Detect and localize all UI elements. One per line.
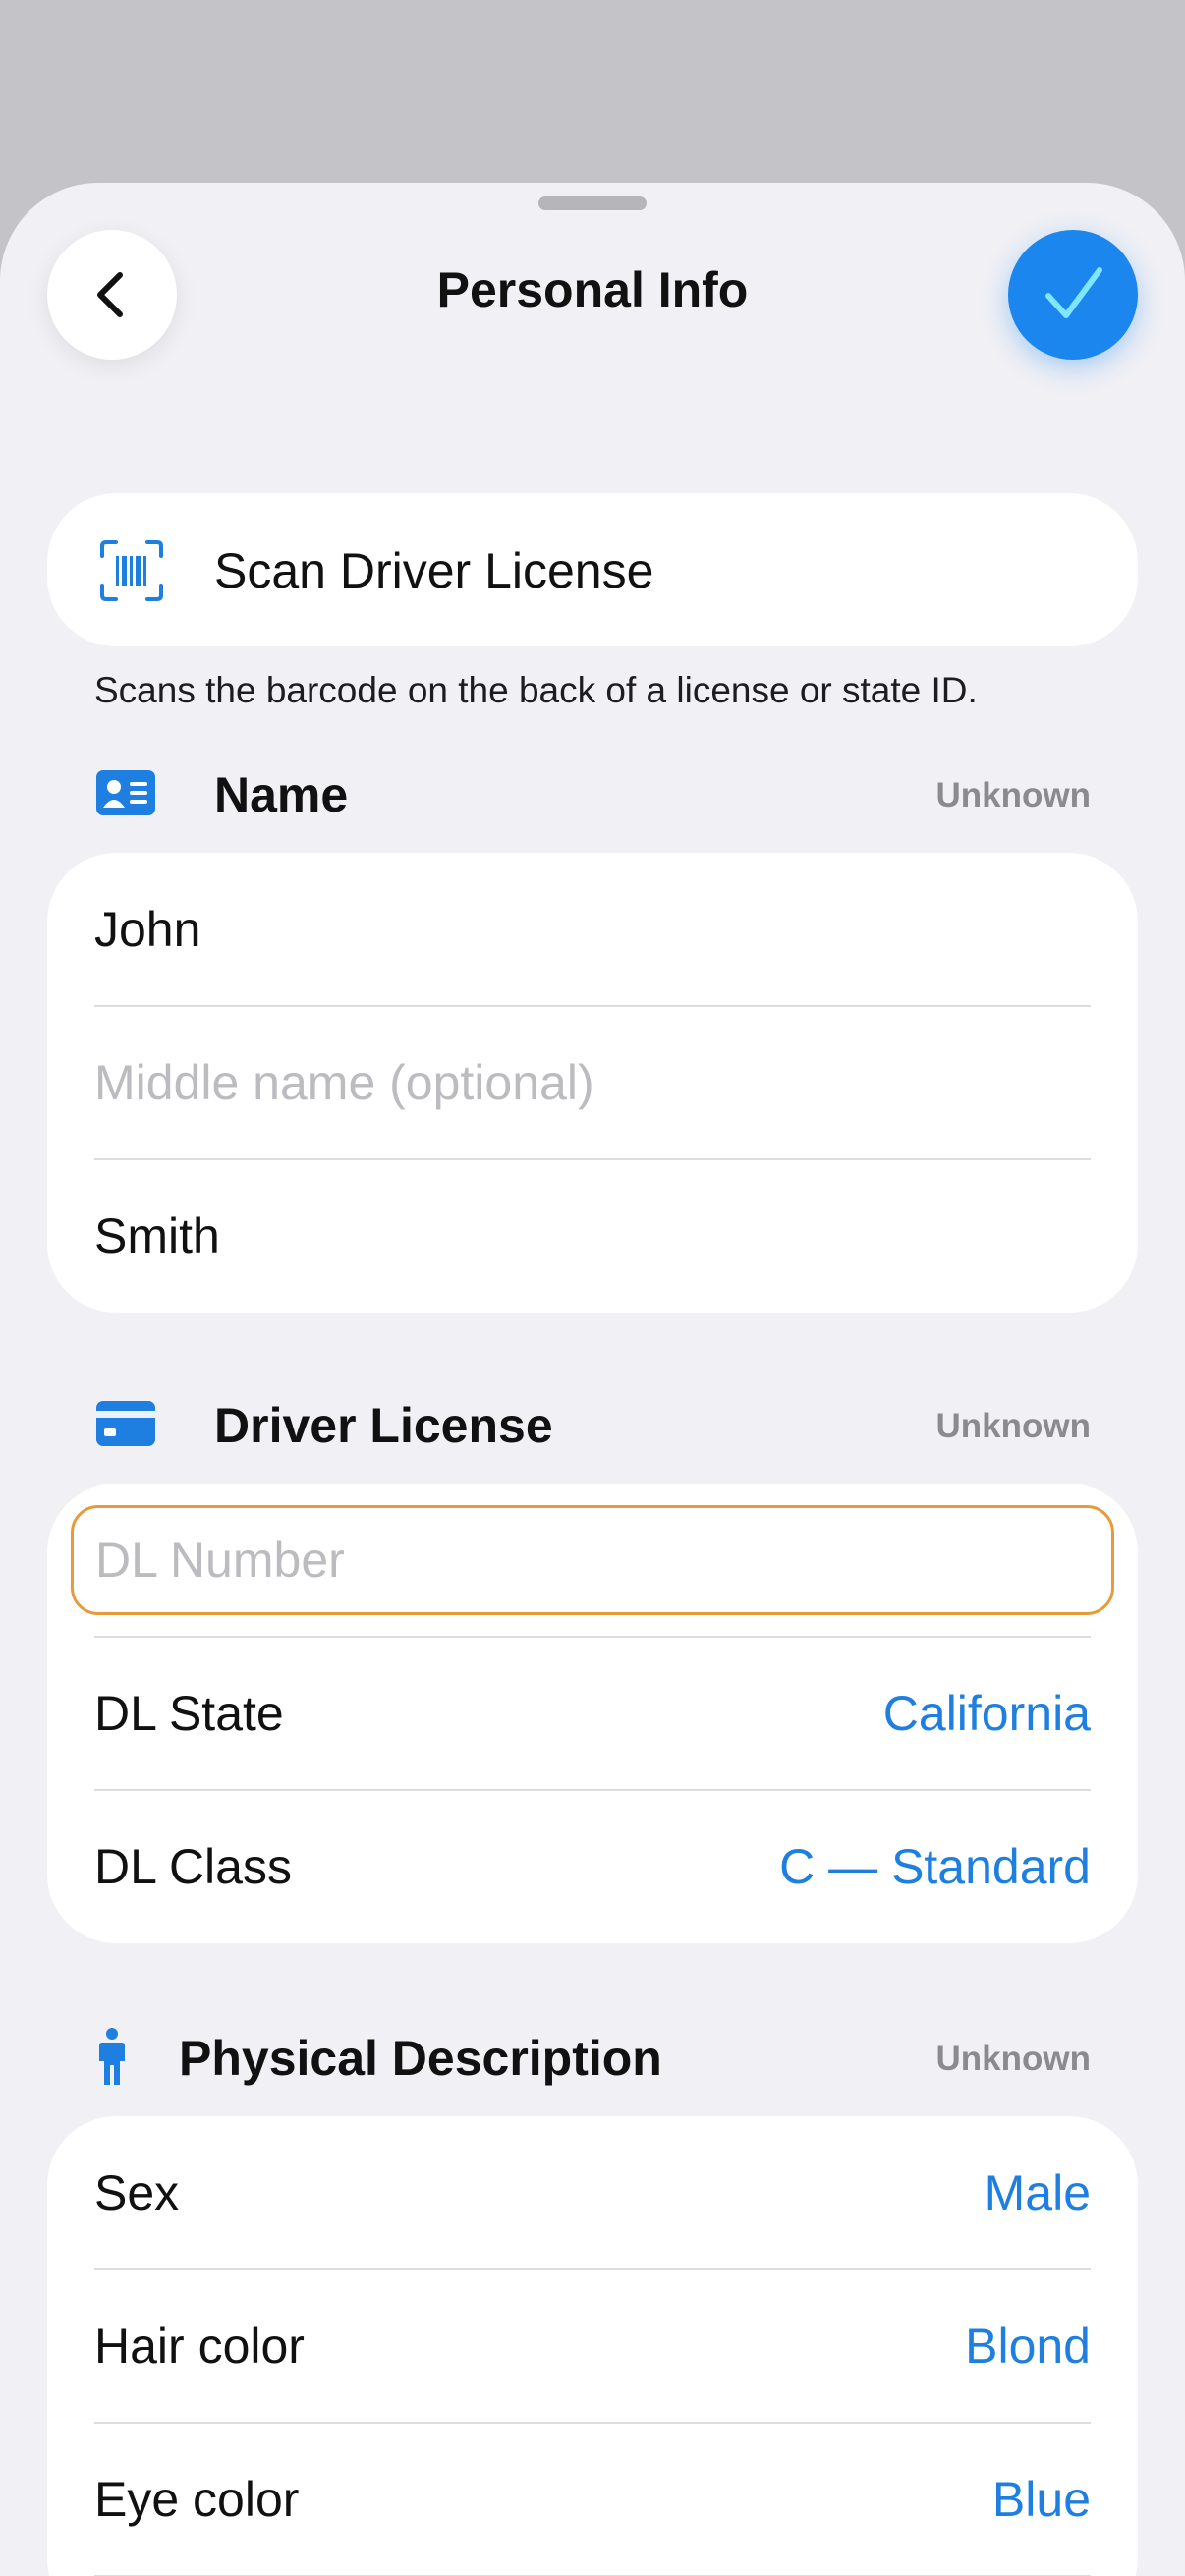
physical-section-status: Unknown [935, 2040, 1091, 2078]
chevron-left-icon [97, 272, 123, 317]
physical-section-title: Physical Description [179, 2031, 662, 2086]
license-section-title: Driver License [214, 1398, 553, 1453]
last-name-field[interactable]: Smith [94, 1159, 1091, 1313]
hair-color-row[interactable]: Hair color Blond [94, 2269, 1091, 2423]
dl-number-input[interactable]: DL Number [71, 1505, 1114, 1615]
license-card: DL Number DL State California DL Class C… [47, 1484, 1138, 1943]
eye-color-label: Eye color [94, 2472, 300, 2527]
first-name-value: John [94, 902, 201, 957]
physical-card: Sex Male Hair color Blond Eye color Blue [47, 2116, 1138, 2576]
name-section-title: Name [214, 767, 349, 822]
dl-state-label: DL State [94, 1686, 284, 1741]
dl-state-row[interactable]: DL State California [94, 1637, 1091, 1790]
dl-class-row[interactable]: DL Class C — Standard [94, 1790, 1091, 1943]
dl-number-placeholder: DL Number [95, 1533, 345, 1588]
hair-color-value[interactable]: Blond [965, 2318, 1091, 2375]
personal-info-sheet: Personal Info Scan Driver License Scans … [0, 183, 1185, 2576]
sex-value[interactable]: Male [985, 2164, 1091, 2221]
name-card: John Middle name (optional) Smith [47, 853, 1138, 1313]
last-name-value: Smith [94, 1208, 220, 1263]
first-name-field[interactable]: John [94, 853, 1091, 1006]
middle-name-placeholder: Middle name (optional) [94, 1055, 594, 1110]
middle-name-field[interactable]: Middle name (optional) [94, 1006, 1091, 1159]
license-section-status: Unknown [935, 1407, 1091, 1445]
name-section-header: Name Unknown [47, 753, 1091, 831]
barcode-scan-icon [100, 540, 163, 601]
sheet-grabber[interactable] [538, 196, 647, 210]
hair-color-label: Hair color [94, 2319, 305, 2374]
person-card-icon [96, 770, 155, 815]
dl-state-value[interactable]: California [883, 1685, 1091, 1742]
credit-card-icon [96, 1401, 155, 1446]
page-title: Personal Info [436, 262, 749, 317]
scan-helper-text: Scans the barcode on the back of a licen… [94, 670, 978, 710]
dl-class-value[interactable]: C — Standard [779, 1838, 1091, 1895]
sex-row[interactable]: Sex Male [94, 2116, 1091, 2269]
sex-label: Sex [94, 2165, 180, 2220]
dl-class-label: DL Class [94, 1839, 292, 1894]
physical-section-header: Physical Description Unknown [47, 2016, 1091, 2095]
name-section-status: Unknown [935, 776, 1091, 814]
confirm-button[interactable] [1008, 230, 1138, 360]
scan-license-button[interactable]: Scan Driver License [47, 493, 1138, 646]
scan-license-label: Scan Driver License [214, 543, 654, 598]
checkmark-icon [1045, 267, 1102, 318]
eye-color-row[interactable]: Eye color Blue [94, 2423, 1091, 2576]
back-button[interactable] [47, 230, 177, 360]
eye-color-value[interactable]: Blue [992, 2471, 1091, 2528]
license-section-header: Driver License Unknown [47, 1383, 1091, 1462]
person-figure-icon [99, 2028, 125, 2085]
